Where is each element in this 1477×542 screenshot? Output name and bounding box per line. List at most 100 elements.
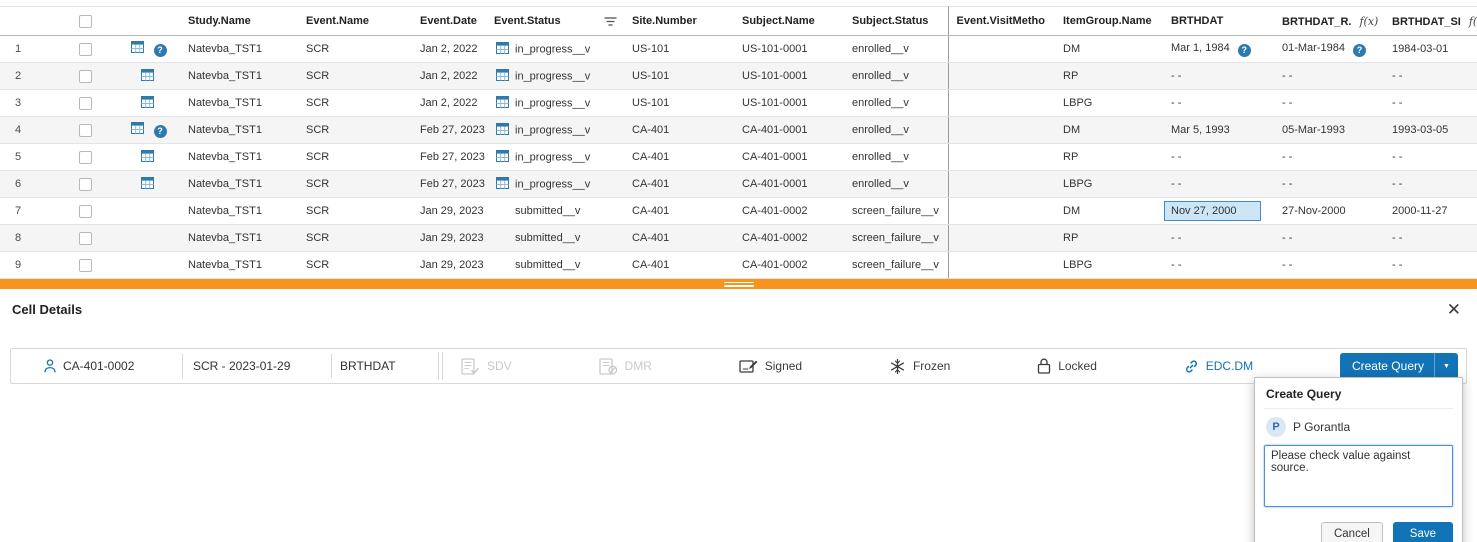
row-icons-cell[interactable] bbox=[115, 171, 180, 198]
visit-method-cell[interactable] bbox=[948, 225, 1055, 252]
cancel-button[interactable]: Cancel bbox=[1321, 522, 1383, 542]
site-number-cell[interactable]: US-101 bbox=[624, 90, 734, 117]
row-icons-cell[interactable] bbox=[115, 90, 180, 117]
row-icons-cell[interactable] bbox=[115, 63, 180, 90]
brthdat-r-cell[interactable]: - - bbox=[1274, 171, 1384, 198]
event-date-cell[interactable]: Feb 27, 2023 bbox=[412, 117, 486, 144]
brthdat-si-cell[interactable]: - - bbox=[1384, 63, 1477, 90]
row-icons-cell[interactable] bbox=[115, 144, 180, 171]
item-group-cell[interactable]: LBPG bbox=[1055, 252, 1163, 279]
row-checkbox[interactable] bbox=[79, 151, 92, 164]
event-status-cell[interactable]: in_progress__v bbox=[486, 144, 624, 171]
col-subject-name[interactable]: Subject.Name bbox=[734, 7, 844, 36]
filter-icon[interactable] bbox=[604, 17, 617, 26]
study-name-cell[interactable]: Natevba_TST1 bbox=[180, 36, 298, 63]
event-name-cell[interactable]: SCR bbox=[298, 117, 412, 144]
col-visit-method[interactable]: Event.VisitMetho bbox=[948, 7, 1055, 36]
row-checkbox[interactable] bbox=[79, 124, 92, 137]
table-row[interactable]: 1?Natevba_TST1SCRJan 2, 2022in_progress_… bbox=[0, 36, 1477, 63]
brthdat-cell[interactable]: - - bbox=[1163, 171, 1274, 198]
form-icon[interactable] bbox=[496, 42, 509, 57]
study-name-cell[interactable]: Natevba_TST1 bbox=[180, 144, 298, 171]
event-name-cell[interactable]: SCR bbox=[298, 252, 412, 279]
col-subject-status[interactable]: Subject.Status bbox=[844, 7, 948, 36]
brthdat-r-cell[interactable]: - - bbox=[1274, 144, 1384, 171]
study-name-cell[interactable]: Natevba_TST1 bbox=[180, 225, 298, 252]
event-name-cell[interactable]: SCR bbox=[298, 36, 412, 63]
brthdat-si-cell[interactable]: - - bbox=[1384, 252, 1477, 279]
site-number-cell[interactable]: CA-401 bbox=[624, 171, 734, 198]
splitter-handle-icon[interactable] bbox=[724, 282, 754, 287]
brthdat-si-cell[interactable]: 2000-11-27 bbox=[1384, 198, 1477, 225]
col-event-name[interactable]: Event.Name bbox=[298, 7, 412, 36]
site-number-cell[interactable]: CA-401 bbox=[624, 198, 734, 225]
event-status-cell[interactable]: in_progress__v bbox=[486, 36, 624, 63]
brthdat-r-cell[interactable]: - - bbox=[1274, 90, 1384, 117]
subject-status-cell[interactable]: enrolled__v bbox=[844, 171, 948, 198]
table-row[interactable]: 8Natevba_TST1SCRJan 29, 2023submitted__v… bbox=[0, 225, 1477, 252]
brthdat-cell[interactable]: Mar 1, 1984? bbox=[1163, 36, 1274, 63]
edc-dm-link[interactable]: EDC.DM bbox=[1184, 359, 1253, 374]
query-icon[interactable]: ? bbox=[1238, 44, 1251, 57]
subject-status-cell[interactable]: screen_failure__v bbox=[844, 198, 948, 225]
event-status-cell[interactable]: in_progress__v bbox=[486, 171, 624, 198]
brthdat-r-cell[interactable]: 01-Mar-1984? bbox=[1274, 36, 1384, 63]
event-status-cell[interactable]: submitted__v bbox=[486, 198, 624, 225]
brthdat-cell[interactable]: - - bbox=[1163, 90, 1274, 117]
study-name-cell[interactable]: Natevba_TST1 bbox=[180, 171, 298, 198]
form-icon[interactable] bbox=[496, 69, 509, 84]
form-icon[interactable] bbox=[131, 122, 144, 137]
row-icons-cell[interactable]: ? bbox=[115, 36, 180, 63]
event-status-cell[interactable]: in_progress__v bbox=[486, 90, 624, 117]
row-checkbox[interactable] bbox=[79, 205, 92, 218]
form-icon[interactable] bbox=[496, 177, 509, 192]
item-group-cell[interactable]: RP bbox=[1055, 63, 1163, 90]
subject-status-cell[interactable]: enrolled__v bbox=[844, 36, 948, 63]
query-comment-input[interactable]: Please check value against source. bbox=[1264, 445, 1453, 507]
visit-method-cell[interactable] bbox=[948, 252, 1055, 279]
brthdat-si-cell[interactable]: - - bbox=[1384, 144, 1477, 171]
brthdat-si-cell[interactable]: - - bbox=[1384, 225, 1477, 252]
visit-method-cell[interactable] bbox=[948, 117, 1055, 144]
event-date-cell[interactable]: Jan 2, 2022 bbox=[412, 63, 486, 90]
event-status-cell[interactable]: submitted__v bbox=[486, 252, 624, 279]
brthdat-si-cell[interactable]: 1993-03-05 bbox=[1384, 117, 1477, 144]
table-row[interactable]: 3Natevba_TST1SCRJan 2, 2022in_progress__… bbox=[0, 90, 1477, 117]
selected-cell[interactable]: Nov 27, 2000 bbox=[1164, 201, 1261, 221]
brthdat-si-cell[interactable]: 1984-03-01 bbox=[1384, 36, 1477, 63]
create-query-button[interactable]: Create Query ▼ bbox=[1340, 353, 1458, 380]
brthdat-cell[interactable]: Nov 27, 2000 bbox=[1163, 198, 1274, 225]
study-name-cell[interactable]: Natevba_TST1 bbox=[180, 90, 298, 117]
brthdat-r-cell[interactable]: - - bbox=[1274, 63, 1384, 90]
subject-name-cell[interactable]: US-101-0001 bbox=[734, 90, 844, 117]
row-checkbox[interactable] bbox=[79, 232, 92, 245]
event-date-cell[interactable]: Jan 2, 2022 bbox=[412, 36, 486, 63]
row-checkbox[interactable] bbox=[79, 43, 92, 56]
subject-name-cell[interactable]: CA-401-0002 bbox=[734, 225, 844, 252]
subject-status-cell[interactable]: screen_failure__v bbox=[844, 252, 948, 279]
row-checkbox[interactable] bbox=[79, 70, 92, 83]
visit-method-cell[interactable] bbox=[948, 171, 1055, 198]
row-icons-cell[interactable] bbox=[115, 252, 180, 279]
form-icon[interactable] bbox=[496, 150, 509, 165]
item-group-cell[interactable]: DM bbox=[1055, 36, 1163, 63]
site-number-cell[interactable]: CA-401 bbox=[624, 252, 734, 279]
col-site-number[interactable]: Site.Number bbox=[624, 7, 734, 36]
visit-method-cell[interactable] bbox=[948, 90, 1055, 117]
event-status-cell[interactable]: submitted__v bbox=[486, 225, 624, 252]
row-select-cell[interactable] bbox=[55, 252, 115, 279]
event-name-cell[interactable]: SCR bbox=[298, 144, 412, 171]
brthdat-si-cell[interactable]: - - bbox=[1384, 90, 1477, 117]
subject-name-cell[interactable]: CA-401-0002 bbox=[734, 252, 844, 279]
event-name-cell[interactable]: SCR bbox=[298, 63, 412, 90]
col-study-name[interactable]: Study.Name bbox=[180, 7, 298, 36]
form-icon[interactable] bbox=[496, 96, 509, 111]
row-checkbox[interactable] bbox=[79, 97, 92, 110]
query-icon[interactable]: ? bbox=[1353, 44, 1366, 57]
form-icon[interactable] bbox=[141, 96, 154, 111]
visit-method-cell[interactable] bbox=[948, 144, 1055, 171]
table-row[interactable]: 9Natevba_TST1SCRJan 29, 2023submitted__v… bbox=[0, 252, 1477, 279]
event-name-cell[interactable]: SCR bbox=[298, 171, 412, 198]
col-item-group[interactable]: ItemGroup.Name bbox=[1055, 7, 1163, 36]
visit-method-cell[interactable] bbox=[948, 36, 1055, 63]
